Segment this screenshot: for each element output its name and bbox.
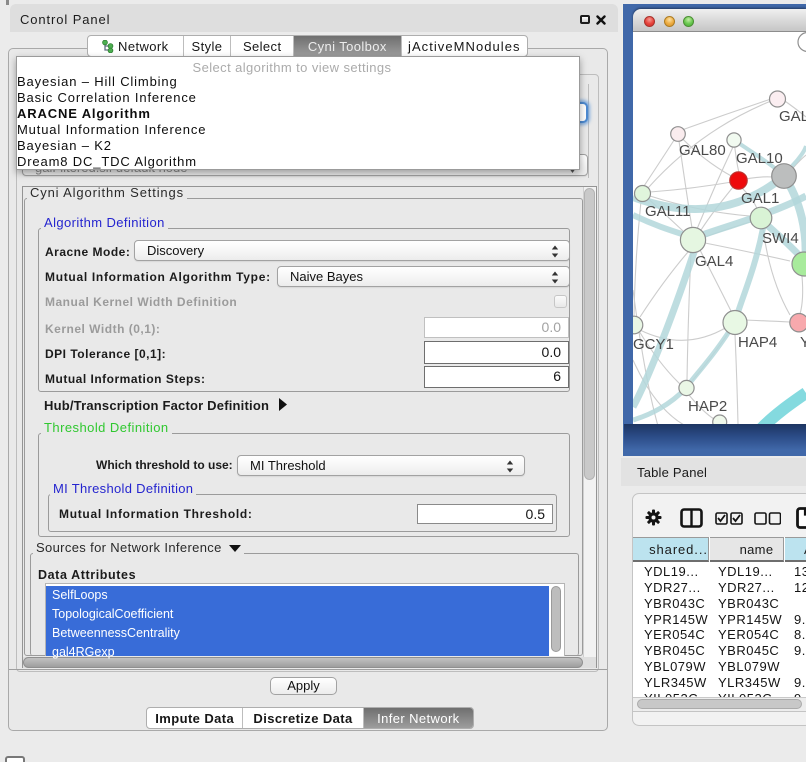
svg-text:GCY1: GCY1: [633, 336, 674, 353]
svg-text:GAL1: GAL1: [741, 190, 779, 207]
svg-text:GAL80: GAL80: [679, 142, 726, 159]
svg-text:GAL: GAL: [779, 108, 806, 125]
svg-text:HAP4: HAP4: [738, 334, 777, 351]
svg-text:GAL4: GAL4: [695, 253, 733, 270]
svg-text:SWI4: SWI4: [762, 230, 799, 247]
svg-text:GAL11: GAL11: [645, 203, 691, 220]
svg-text:GAL10: GAL10: [736, 150, 783, 167]
svg-text:Y: Y: [800, 334, 806, 351]
svg-text:HAP2: HAP2: [688, 398, 727, 415]
